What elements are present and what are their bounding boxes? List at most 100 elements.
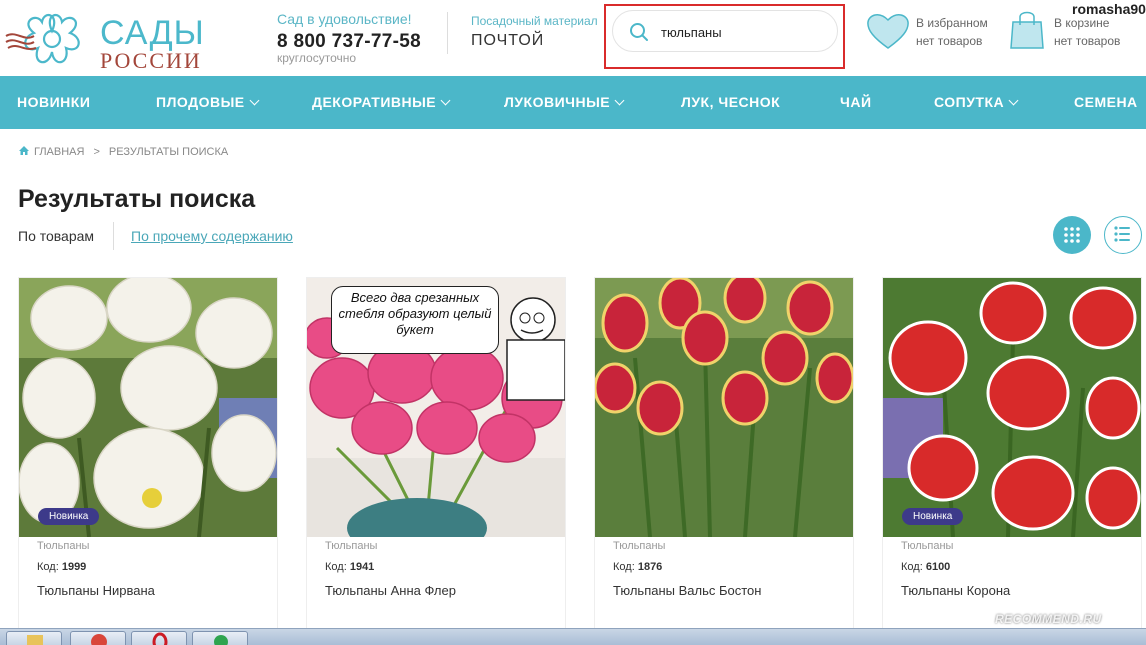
white-tulips-photo xyxy=(19,278,277,537)
mail-order-subtitle: Посадочный материал xyxy=(471,14,598,28)
list-icon xyxy=(1114,226,1130,242)
product-card[interactable]: Тюльпаны Код: 1876 Тюльпаны Вальс Бостон xyxy=(594,277,854,637)
product-code-label: Код: xyxy=(613,561,635,573)
new-badge: Новинка xyxy=(902,508,964,525)
product-image[interactable]: Всего два срезанных стебля образуют целы… xyxy=(307,278,565,537)
product-image[interactable] xyxy=(595,278,853,537)
main-nav: НОВИНКИ ПЛОДОВЫЕ ДЕКОРАТИВНЫЕ ЛУКОВИЧНЫЕ… xyxy=(0,76,1146,129)
red-yellow-tulips-photo xyxy=(595,278,853,537)
slogan: Сад в удовольствие! xyxy=(277,11,412,27)
product-image[interactable]: Новинка xyxy=(883,278,1141,537)
product-category[interactable]: Тюльпаны xyxy=(613,540,665,552)
filter-by-products[interactable]: По товарам xyxy=(18,228,94,244)
product-name[interactable]: Тюльпаны Корона xyxy=(901,583,1010,598)
search-box[interactable] xyxy=(612,10,838,52)
taskbar-opera-button[interactable] xyxy=(131,631,187,645)
product-code-label: Код: xyxy=(37,561,59,573)
nav-item-label: ЛУК, ЧЕСНОК xyxy=(681,94,781,110)
product-card[interactable]: Всего два срезанных стебля образуют целы… xyxy=(306,277,566,637)
nav-item-novinki[interactable]: НОВИНКИ xyxy=(17,94,90,110)
red-white-tulips-photo xyxy=(883,278,1141,537)
site-logo[interactable]: САДЫ РОССИИ xyxy=(4,6,204,72)
nav-item-label: ПЛОДОВЫЕ xyxy=(156,94,245,110)
product-code: Код: 6100 xyxy=(901,561,950,573)
cart-status: нет товаров xyxy=(1054,34,1121,48)
home-icon[interactable] xyxy=(18,145,30,156)
product-category[interactable]: Тюльпаны xyxy=(901,540,953,552)
phone-hours: круглосуточно xyxy=(277,51,357,65)
search-input[interactable] xyxy=(661,23,821,41)
list-view-button[interactable] xyxy=(1104,216,1142,254)
product-code: Код: 1876 xyxy=(613,561,662,573)
nav-item-label: СЕМЕНА xyxy=(1074,94,1138,110)
logo-text-sady: САДЫ xyxy=(100,14,205,52)
product-code: Код: 1999 xyxy=(37,561,86,573)
product-image[interactable]: Новинка xyxy=(19,278,277,537)
page-title: Результаты поиска xyxy=(18,185,256,213)
page: САДЫ РОССИИ Сад в удовольствие! 8 800 73… xyxy=(0,0,1146,645)
product-category[interactable]: Тюльпаны xyxy=(325,540,377,552)
chrome-icon xyxy=(91,634,107,645)
nav-item-semena[interactable]: СЕМЕНА xyxy=(1074,94,1138,110)
product-card[interactable]: Новинка Тюльпаны Код: 1999 Тюльпаны Нирв… xyxy=(18,277,278,637)
nav-item-soputka[interactable]: СОПУТКА xyxy=(934,94,1019,110)
product-code-value: 1999 xyxy=(61,561,87,573)
breadcrumb-home[interactable]: ГЛАВНАЯ xyxy=(34,146,84,158)
nav-item-lukovichnye[interactable]: ЛУКОВИЧНЫЕ xyxy=(504,94,625,110)
speech-bubble: Всего два срезанных стебля образуют целы… xyxy=(331,286,499,354)
product-code: Код: 1941 xyxy=(325,561,374,573)
logo-text-rossii: РОССИИ xyxy=(100,48,202,73)
grid-view-button[interactable] xyxy=(1053,216,1091,254)
product-code-label: Код: xyxy=(901,561,923,573)
nav-item-label: НОВИНКИ xyxy=(17,94,91,110)
nav-item-label: ДЕКОРАТИВНЫЕ xyxy=(312,94,437,110)
os-taskbar xyxy=(0,628,1146,645)
cart-label: В корзине xyxy=(1054,16,1110,30)
new-badge: Новинка xyxy=(38,508,100,525)
product-name[interactable]: Тюльпаны Анна Флер xyxy=(325,583,456,598)
grid-icon xyxy=(1064,227,1080,243)
product-code-value: 1876 xyxy=(637,561,663,573)
nav-item-plodovye[interactable]: ПЛОДОВЫЕ xyxy=(156,94,260,110)
phone-number[interactable]: 8 800 737-77-58 xyxy=(277,31,421,53)
nav-item-label: ЛУКОВИЧНЫЕ xyxy=(504,94,611,110)
nav-item-luk-chesnok[interactable]: ЛУК, ЧЕСНОК xyxy=(681,94,780,110)
product-name[interactable]: Тюльпаны Вальс Бостон xyxy=(613,583,761,598)
product-category[interactable]: Тюльпаны xyxy=(37,540,89,552)
nav-item-label: СОПУТКА xyxy=(934,94,1005,110)
filter-by-content[interactable]: По прочему содержанию xyxy=(131,228,293,244)
folder-icon xyxy=(27,635,43,645)
favorites-status: нет товаров xyxy=(916,34,983,48)
chevron-down-icon xyxy=(440,95,451,106)
chevron-down-icon xyxy=(249,95,260,106)
watermark: RECOMMEND.RU xyxy=(995,612,1102,626)
nav-item-dekorativnye[interactable]: ДЕКОРАТИВНЫЕ xyxy=(312,94,451,110)
username: romasha90 xyxy=(1070,1,1146,17)
product-card[interactable]: Новинка Тюльпаны Код: 6100 Тюльпаны Коро… xyxy=(882,277,1142,637)
nav-item-label: ЧАЙ xyxy=(840,94,872,110)
site-header: САДЫ РОССИИ Сад в удовольствие! 8 800 73… xyxy=(0,0,1146,76)
mail-order-link[interactable]: ПОЧТОЙ xyxy=(471,32,544,50)
taskbar-chrome-button[interactable] xyxy=(70,631,126,645)
taskbar-folder-button[interactable] xyxy=(6,631,62,645)
breadcrumb-separator: > xyxy=(93,146,100,158)
taskbar-app-button[interactable] xyxy=(192,631,248,645)
product-code-value: 6100 xyxy=(925,561,951,573)
app-icon xyxy=(214,635,228,645)
header-divider xyxy=(447,12,448,54)
breadcrumb: ГЛАВНАЯ > РЕЗУЛЬТАТЫ ПОИСКА xyxy=(18,145,228,158)
filter-divider xyxy=(113,222,114,250)
nav-item-chai[interactable]: ЧАЙ xyxy=(840,94,872,110)
chevron-down-icon xyxy=(614,95,625,106)
chevron-down-icon xyxy=(1008,95,1019,106)
product-name[interactable]: Тюльпаны Нирвана xyxy=(37,583,155,598)
opera-icon xyxy=(152,632,168,645)
shopping-bag-icon xyxy=(1010,11,1044,49)
product-code-value: 1941 xyxy=(349,561,375,573)
search-icon[interactable] xyxy=(629,22,649,42)
breadcrumb-current: РЕЗУЛЬТАТЫ ПОИСКА xyxy=(108,146,229,158)
favorites-label: В избранном xyxy=(916,16,988,30)
flower-logo-icon xyxy=(5,14,80,64)
favorites-link[interactable]: В избранном нет товаров xyxy=(866,10,1006,54)
heart-icon xyxy=(867,14,909,49)
